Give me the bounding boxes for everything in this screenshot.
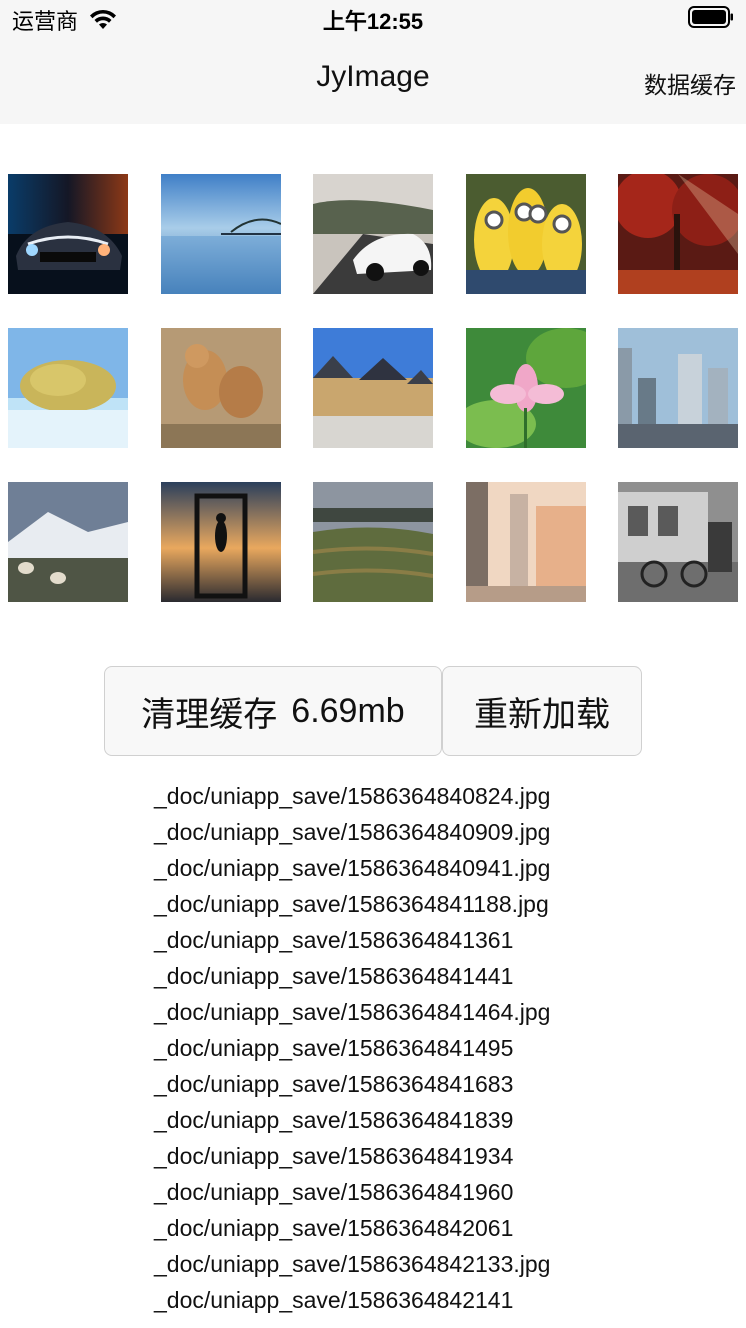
image-thumb-snowy-mountain[interactable] xyxy=(8,482,128,602)
image-thumb-minions[interactable] xyxy=(466,174,586,294)
list-item: _doc/uniapp_save/1586364840909.jpg xyxy=(154,819,551,845)
image-thumb-bicycle-house[interactable] xyxy=(618,482,738,602)
image-thumb-terraced-fields[interactable] xyxy=(313,482,433,602)
list-item: _doc/uniapp_save/1586364840941.jpg xyxy=(154,855,551,881)
status-bar: 运营商 上午12:55 xyxy=(0,0,746,40)
list-item: _doc/uniapp_save/1586364842061 xyxy=(154,1215,514,1241)
list-item: _doc/uniapp_save/1586364841960 xyxy=(154,1179,514,1205)
list-item: _doc/uniapp_save/1586364841839 xyxy=(154,1107,514,1133)
clear-cache-button[interactable]: 清理缓存 6.69mb xyxy=(104,666,442,756)
nav-bar: JyImage 数据缓存 xyxy=(0,40,746,124)
cached-file-list: _doc/uniapp_save/1586364840824.jpg _doc/… xyxy=(154,778,714,1318)
image-thumb-yellow-tree[interactable] xyxy=(8,328,128,448)
image-thumb-village[interactable] xyxy=(313,328,433,448)
list-item: _doc/uniapp_save/1586364841934 xyxy=(154,1143,514,1169)
list-item: _doc/uniapp_save/1586364842133.jpg xyxy=(154,1251,551,1277)
image-thumb-skyscrapers[interactable] xyxy=(618,328,738,448)
image-thumb-lotus[interactable] xyxy=(466,328,586,448)
clear-cache-label: 清理缓存 xyxy=(141,695,278,734)
image-thumb-sports-car[interactable] xyxy=(8,174,128,294)
clock: 上午12:55 xyxy=(322,9,424,34)
list-item: _doc/uniapp_save/1586364841464.jpg xyxy=(154,999,551,1025)
page-title: JyImage xyxy=(316,60,430,93)
list-item: _doc/uniapp_save/1586364841361 xyxy=(154,927,514,953)
image-thumb-white-car[interactable] xyxy=(313,174,433,294)
list-item: _doc/uniapp_save/1586364842141 xyxy=(154,1287,514,1313)
image-thumb-city-street[interactable] xyxy=(466,482,586,602)
list-item: _doc/uniapp_save/1586364841495 xyxy=(154,1035,514,1061)
image-grid xyxy=(8,174,738,602)
battery-icon xyxy=(688,6,734,28)
image-thumb-lion-cubs[interactable] xyxy=(161,328,281,448)
image-thumb-red-forest[interactable] xyxy=(618,174,738,294)
list-item: _doc/uniapp_save/1586364841441 xyxy=(154,963,514,989)
data-cache-button[interactable]: 数据缓存 xyxy=(644,66,736,100)
image-thumb-woman-frame[interactable] xyxy=(161,482,281,602)
cache-size-value: 6.69mb xyxy=(291,691,405,730)
image-thumb-bridge[interactable] xyxy=(161,174,281,294)
list-item: _doc/uniapp_save/1586364840824.jpg xyxy=(154,783,551,809)
list-item: _doc/uniapp_save/1586364841188.jpg xyxy=(154,891,549,917)
reload-button[interactable]: 重新加载 xyxy=(442,666,642,756)
list-item: _doc/uniapp_save/1586364841683 xyxy=(154,1071,514,1097)
